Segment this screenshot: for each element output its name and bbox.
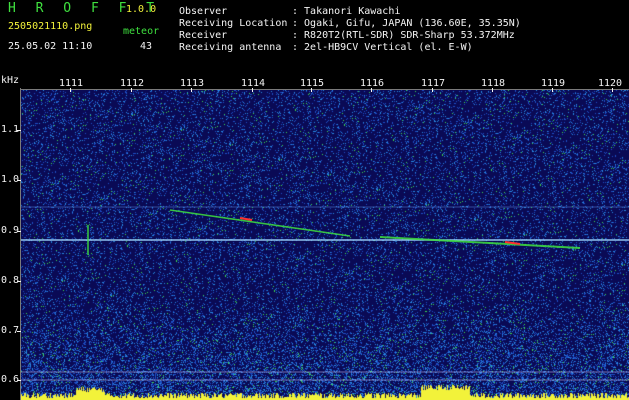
x-tick-label: 1117 [421, 78, 446, 89]
meteor-label: meteor [123, 26, 160, 37]
observation-datetime: 25.05.02 11:10 [8, 41, 93, 52]
y-tick [17, 331, 21, 332]
receiver-label: Receiver [179, 30, 228, 41]
x-tick-label: 1120 [598, 78, 623, 89]
x-tick-label: 1119 [541, 78, 566, 89]
x-tick-label: 1116 [360, 78, 385, 89]
receiver-value: : R820T2(RTL-SDR) SDR-Sharp 53.372MHz [292, 30, 515, 41]
x-tick-label: 1111 [59, 78, 84, 89]
spectrogram-signals [20, 206, 629, 381]
x-tick-label: 1114 [241, 78, 266, 89]
app-version: 1.0.0 [126, 4, 157, 15]
hrofft-window: H R O F F T 1.0.0 2505021110.png meteor … [0, 0, 629, 400]
x-tick [432, 88, 433, 92]
y-axis-unit: kHz [1, 75, 20, 86]
y-tick [17, 180, 21, 181]
file-name: 2505021110.png [8, 21, 93, 32]
x-tick [191, 88, 192, 92]
x-tick [552, 88, 553, 92]
meteor-count: 43 [140, 41, 153, 52]
header-panel: H R O F F T 1.0.0 2505021110.png meteor … [0, 0, 629, 72]
y-axis [20, 88, 21, 400]
x-tick [311, 88, 312, 92]
x-tick-label: 1118 [481, 78, 506, 89]
meteor-trail-2 [379, 236, 581, 249]
y-tick [17, 231, 21, 232]
antenna-label: Receiving antenna [179, 42, 282, 53]
location-label: Receiving Location [179, 18, 288, 29]
x-tick-label: 1113 [180, 78, 205, 89]
x-tick [70, 88, 71, 92]
meteor-trail-1 [169, 209, 351, 237]
location-value: : Ogaki, Gifu, JAPAN (136.60E, 35.35N) [292, 18, 521, 29]
x-tick [252, 88, 253, 92]
x-tick-label: 1112 [120, 78, 145, 89]
x-tick [492, 88, 493, 92]
y-tick [17, 281, 21, 282]
y-tick [17, 130, 21, 131]
antenna-value: : 2el-HB9CV Vertical (el. E-W) [292, 42, 473, 53]
x-axis [20, 89, 629, 90]
observer-value: : Takanori Kawachi [292, 6, 401, 17]
x-tick [612, 88, 613, 92]
x-tick [371, 88, 372, 92]
observer-label: Observer [179, 6, 228, 17]
y-tick [17, 380, 21, 381]
x-tick-label: 1115 [300, 78, 325, 89]
spectrogram-plot [20, 90, 629, 400]
x-tick [131, 88, 132, 92]
